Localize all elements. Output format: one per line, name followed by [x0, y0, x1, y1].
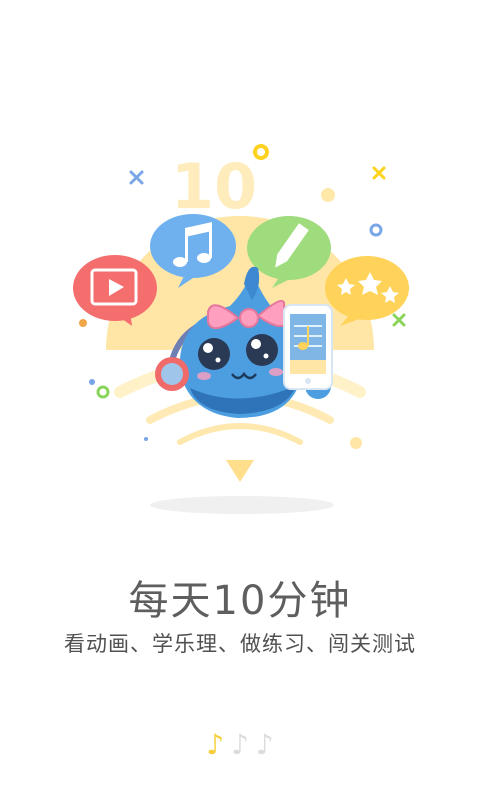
badge-number: 10 — [171, 150, 257, 223]
sparkle-dot — [79, 319, 87, 327]
sparkle-cross-icon — [129, 170, 144, 185]
sparkle-cross-icon — [392, 313, 406, 327]
sparkle-cross-icon — [372, 166, 386, 180]
sparkle-dot — [144, 437, 148, 441]
sparkle-ring — [96, 385, 110, 399]
sparkle-ring — [253, 144, 269, 160]
music-note-icon[interactable]: ♪ — [206, 728, 224, 761]
sparkle-ring — [369, 223, 383, 237]
onboarding-title: 每天10分钟 — [128, 578, 352, 624]
hero-illustration: 10 分钟 — [73, 144, 409, 514]
phone-icon — [283, 304, 333, 390]
sparkle-dot — [89, 379, 95, 385]
music-note-icon[interactable]: ♪ — [231, 728, 249, 761]
music-note-icon[interactable]: ♪ — [256, 728, 274, 761]
onboarding-subtitle: 看动画、学乐理、做练习、闯关测试 — [64, 632, 416, 656]
sparkle-dot — [350, 437, 362, 449]
floor-arc — [177, 423, 303, 445]
badge-unit: 分钟 — [258, 189, 298, 213]
page-indicator: ♪ ♪ ♪ — [0, 728, 480, 761]
ground-shadow — [150, 496, 334, 514]
sparkle-dot — [321, 188, 335, 202]
pointer-triangle-icon — [226, 460, 254, 482]
